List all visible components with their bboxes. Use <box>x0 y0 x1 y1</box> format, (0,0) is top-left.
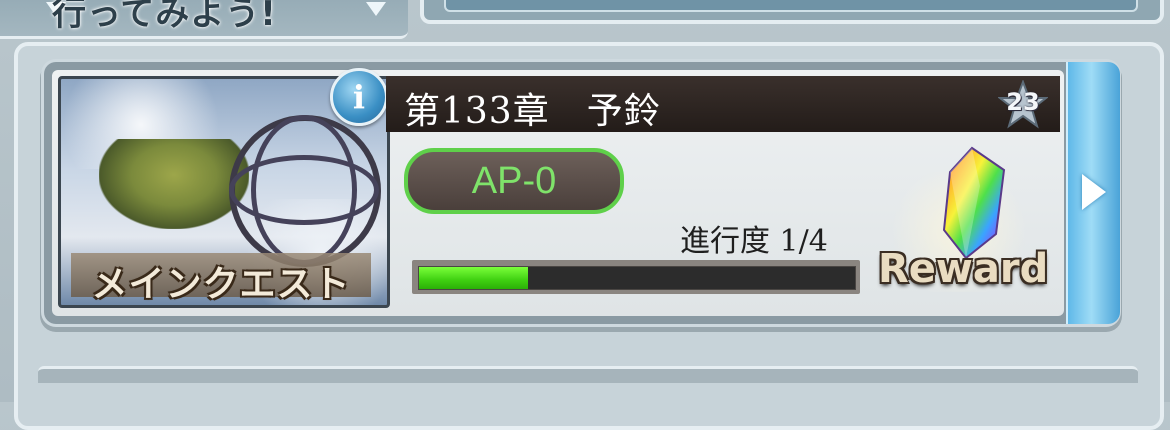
quest-title: 第133章 予鈴 <box>404 91 661 132</box>
chevron-right-icon <box>1082 174 1106 210</box>
progress-label: 進行度 1/4 <box>680 224 828 259</box>
section-header-text: 行ってみよう! <box>52 0 277 34</box>
rainbow-crystal-icon <box>926 146 1016 262</box>
next-quest-button[interactable] <box>1066 62 1120 324</box>
star-badge: 23 <box>997 79 1049 130</box>
star-count: 23 <box>1006 88 1040 116</box>
progress-bar-fill <box>419 267 528 289</box>
top-right-panel <box>444 0 1138 12</box>
quest-card[interactable]: メインクエスト i 第133章 予鈴 23 AP-0 進行度 1/4 Rewar… <box>44 62 1120 324</box>
top-strip: 行ってみよう! <box>0 0 1170 40</box>
ap-cost-badge: AP-0 <box>404 148 624 214</box>
quest-category-label: メインクエスト <box>91 264 351 305</box>
next-card-edge <box>38 366 1138 383</box>
floating-island-image <box>99 139 249 229</box>
quest-title-bar: 第133章 予鈴 23 <box>386 76 1060 132</box>
progress-bar <box>412 260 860 294</box>
info-icon[interactable]: i <box>330 68 388 126</box>
reward-label: Reward <box>878 246 1049 292</box>
triangle-down-icon <box>366 2 386 16</box>
